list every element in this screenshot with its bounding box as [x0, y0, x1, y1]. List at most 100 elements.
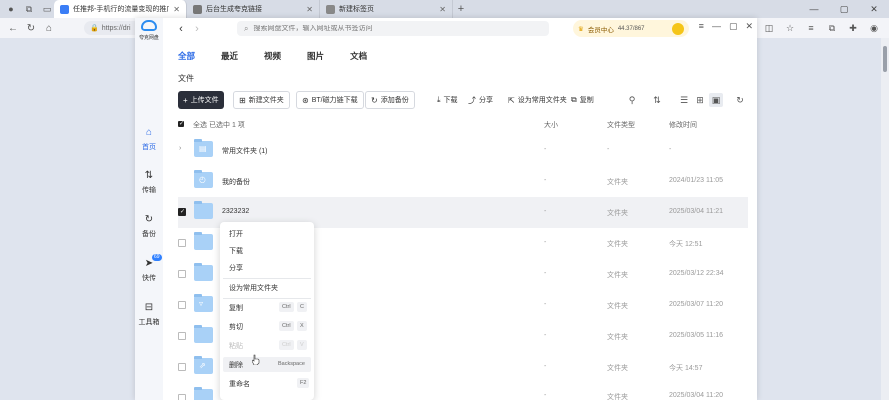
back-icon[interactable]: ‹ [173, 23, 189, 35]
scrollbar-thumb[interactable] [883, 46, 887, 72]
set-common-button[interactable]: ⇱ 设为常用文件夹 [503, 91, 572, 109]
refresh-list-icon[interactable]: ↻ [733, 93, 747, 107]
row-checkbox[interactable] [178, 301, 186, 309]
shortcut-key: F2 [297, 378, 310, 388]
tab-actions-icon[interactable]: ▭ [40, 2, 54, 16]
menu-item-copy[interactable]: 复制 Ctrl C [223, 300, 311, 315]
row-checkbox[interactable] [178, 208, 186, 216]
menu-item-download[interactable]: 下载 [223, 243, 311, 258]
split-screen-icon[interactable]: ◫ [760, 19, 778, 37]
shortcut-key: Ctrl [279, 302, 294, 312]
favorites-list-icon[interactable]: ≡ [802, 19, 820, 37]
browser-tab-0[interactable]: 任推邦-手机行的流量变现的推广平台 ✕ [54, 0, 187, 18]
menu-item-paste[interactable]: 粘贴 Ctrl V [223, 338, 311, 353]
profile-icon[interactable]: ● [4, 2, 18, 16]
tab-recent[interactable]: 最近 [221, 50, 238, 62]
row-checkbox[interactable] [178, 332, 186, 340]
folder-icon [194, 263, 213, 281]
table-row[interactable]: › ▤ 常用文件夹 (1) - - - [178, 135, 748, 166]
column-type[interactable]: 文件类型 [607, 120, 635, 130]
sidebar-item-quick-send[interactable]: ➤ 69 快传 [135, 254, 163, 283]
sidebar-item-backup[interactable]: ↻ 备份 [135, 213, 163, 239]
forward-icon[interactable]: › [189, 23, 205, 35]
select-all-checkbox[interactable] [178, 120, 184, 127]
tab-video[interactable]: 视频 [264, 50, 281, 62]
app-minimize-icon[interactable]: — [712, 21, 721, 32]
menu-item-delete[interactable]: 删除 Backspace [223, 357, 311, 372]
column-size[interactable]: 大小 [544, 120, 558, 130]
table-row[interactable]: ◴ 我的备份 - 文件夹 2024/01/23 11:05 [178, 166, 748, 197]
menu-item-label: 分享 [229, 264, 243, 272]
file-size: - [544, 239, 547, 246]
workspaces-icon[interactable]: ⧉ [22, 2, 36, 16]
file-size: - [544, 146, 547, 153]
new-tab-button[interactable]: + [453, 3, 469, 15]
menu-item-share[interactable]: 分享 [223, 260, 311, 275]
close-tab-icon[interactable]: ✕ [439, 5, 446, 14]
extensions-icon[interactable]: ✚ [844, 19, 862, 37]
copilot-icon[interactable]: ◉ [865, 19, 883, 37]
row-checkbox[interactable] [178, 394, 186, 400]
upload-button[interactable]: + 上传文件 [178, 91, 224, 109]
bt-download-button[interactable]: ⊛ BT/磁力链下载 [296, 91, 364, 109]
app-menu-icon[interactable]: ≡ [699, 21, 704, 32]
file-time: 2025/03/12 22:34 [669, 270, 724, 277]
new-folder-button[interactable]: ⊞ 新建文件夹 [233, 91, 290, 109]
close-tab-icon[interactable]: ✕ [306, 5, 313, 14]
collections-icon[interactable]: ⧉ [823, 19, 841, 37]
avatar[interactable] [672, 22, 684, 35]
row-checkbox[interactable] [178, 239, 186, 247]
sidebar-item-transfer[interactable]: ⇅ 传输 [135, 169, 163, 195]
search-input[interactable] [253, 25, 534, 32]
sort-icon[interactable]: ⇅ [650, 93, 664, 107]
sidebar-item-toolbox[interactable]: ⊟ 工具箱 [135, 301, 163, 327]
browser-tab-1[interactable]: 后台生成夸克链接 ✕ [187, 0, 320, 18]
breadcrumb[interactable]: 文件 [178, 73, 194, 84]
select-all-label[interactable]: 全选 [193, 120, 207, 130]
file-name[interactable]: 常用文件夹 (1) [222, 146, 268, 156]
row-checkbox[interactable] [178, 270, 186, 278]
column-time[interactable]: 修改时间 [669, 120, 697, 130]
file-name[interactable]: 2323232 [222, 208, 249, 215]
close-tab-icon[interactable]: ✕ [173, 5, 180, 14]
vip-center[interactable]: ♛ 会员中心 44.37/867 [573, 20, 689, 37]
menu-item-rename[interactable]: 重命名 F2 [223, 376, 311, 391]
list-view-icon[interactable]: ☰ [677, 93, 691, 107]
menu-item-cut[interactable]: 剪切 Ctrl X [223, 319, 311, 334]
app-close-icon[interactable]: ✕ [745, 21, 753, 32]
copy-label: 复制 [579, 97, 594, 104]
row-checkbox[interactable] [178, 177, 186, 185]
menu-item-set-common[interactable]: 设为常用文件夹 [223, 280, 311, 295]
backup-icon: ↻ [144, 213, 154, 225]
download-button[interactable]: ⤓ 下载 [432, 91, 463, 109]
file-name[interactable]: 我的备份 [222, 177, 250, 187]
hand-cursor-icon [252, 354, 260, 365]
menu-item-open[interactable]: 打开 [223, 226, 311, 241]
share-folder-icon: ⇗ [194, 356, 213, 374]
file-time: 今天 12:51 [669, 241, 703, 248]
copy-button[interactable]: ⧉ 复制 [566, 91, 599, 109]
large-grid-view-icon[interactable]: ▣ [709, 93, 723, 107]
shortcut-key: C [297, 302, 307, 312]
tab-image[interactable]: 图片 [307, 50, 324, 62]
file-type: 文件夹 [607, 334, 628, 341]
browser-tab-2[interactable]: 新建标签页 ✕ [320, 0, 453, 18]
expand-icon[interactable]: › [179, 145, 181, 152]
maximize-button[interactable]: ▢ [829, 0, 859, 18]
home-icon[interactable]: ⌂ [40, 19, 58, 37]
minimize-button[interactable]: — [799, 0, 829, 18]
favorite-icon[interactable]: ☆ [781, 19, 799, 37]
grid-view-icon[interactable]: ⊞ [693, 93, 707, 107]
back-icon[interactable]: ← [4, 19, 22, 37]
sidebar-item-home[interactable]: ⌂ 首页 [135, 126, 163, 152]
share-button[interactable]: ⤴ 分享 [463, 91, 498, 109]
filter-icon[interactable]: ⚲ [625, 93, 639, 107]
add-backup-button[interactable]: ↻ 添加备份 [365, 91, 415, 109]
tab-document[interactable]: 文档 [350, 50, 367, 62]
refresh-icon[interactable]: ↻ [22, 19, 40, 37]
sidebar-item-label: 快传 [142, 275, 156, 282]
close-window-button[interactable]: ✕ [859, 0, 889, 18]
tab-all[interactable]: 全部 [178, 50, 195, 62]
app-maximize-icon[interactable]: ▢ [729, 21, 738, 32]
row-checkbox[interactable] [178, 363, 186, 371]
